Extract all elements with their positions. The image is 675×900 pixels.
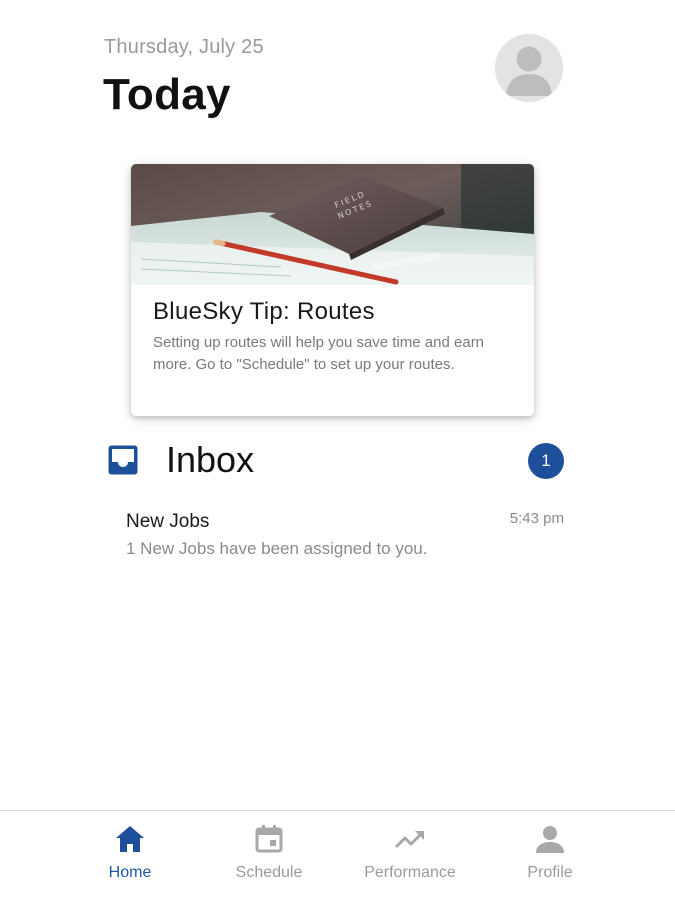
person-icon — [536, 826, 564, 853]
home-icon — [116, 826, 144, 852]
bottom-tab-bar: Home Schedule Performance Profile — [0, 810, 675, 900]
trending-up-icon — [394, 831, 424, 849]
inbox-count-badge: 1 — [528, 443, 564, 479]
tab-profile[interactable]: Profile — [480, 811, 620, 900]
person-avatar-icon — [495, 34, 563, 102]
tab-schedule[interactable]: Schedule — [199, 811, 339, 900]
tip-card[interactable]: FIELD NOTES BlueSky Tip: Routes Setting … — [131, 164, 534, 416]
home-screen: Thursday, July 25 Today FIELD NOTES Blue… — [0, 0, 675, 900]
tab-home[interactable]: Home — [60, 811, 200, 900]
message-body: 1 New Jobs have been assigned to you. — [126, 539, 428, 558]
user-avatar[interactable] — [495, 34, 563, 102]
tab-profile-label: Profile — [527, 864, 573, 881]
tip-card-title: BlueSky Tip: Routes — [153, 298, 375, 325]
tab-schedule-label: Schedule — [235, 864, 303, 881]
message-time: 5:43 pm — [509, 510, 564, 527]
inbox-message-item[interactable]: New Jobs 5:43 pm 1 New Jobs have been as… — [126, 508, 566, 564]
tab-performance-label: Performance — [364, 864, 456, 881]
page-title: Today — [103, 70, 231, 119]
tab-performance[interactable]: Performance — [340, 811, 480, 900]
tip-card-image: FIELD NOTES — [131, 164, 534, 285]
message-title: New Jobs — [126, 511, 210, 532]
inbox-heading: Inbox — [166, 439, 255, 480]
tip-card-body: Setting up routes will help you save tim… — [153, 334, 485, 373]
current-date: Thursday, July 25 — [104, 36, 264, 58]
tab-home-label: Home — [108, 864, 152, 881]
inbox-tray-icon — [107, 444, 139, 476]
calendar-icon — [255, 825, 283, 853]
